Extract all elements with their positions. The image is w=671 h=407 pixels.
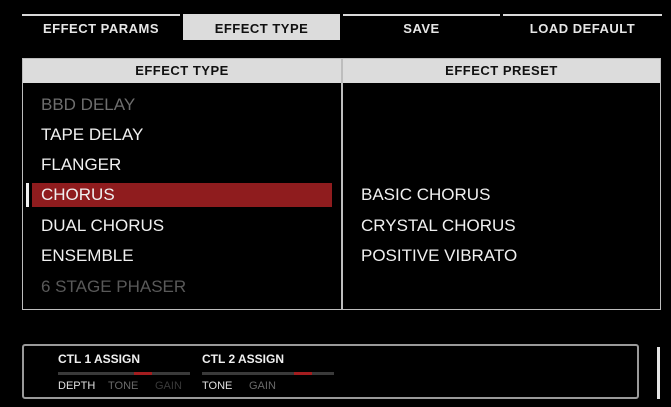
tab-save[interactable]: SAVE — [343, 14, 500, 40]
scroll-indicator[interactable] — [657, 347, 660, 399]
ctl2-assign-title: CTL 2 ASSIGN — [202, 352, 285, 366]
column-divider — [341, 59, 343, 309]
tab-load-default[interactable]: LOAD DEFAULT — [503, 14, 662, 40]
ctl1-option-depth[interactable]: DEPTH — [58, 380, 95, 392]
ctl1-track — [58, 372, 190, 375]
tab-effect-params[interactable]: EFFECT PARAMS — [22, 14, 180, 40]
ctl-assign-panel: CTL 1 ASSIGN DEPTH TONE GAIN CTL 2 ASSIG… — [22, 344, 639, 399]
ctl2-indicator — [294, 372, 312, 375]
selection-marker — [26, 183, 29, 207]
effect-type-item-flanger[interactable]: FLANGER — [41, 153, 121, 177]
preset-item-crystal-chorus[interactable]: CRYSTAL CHORUS — [361, 214, 516, 238]
effect-type-header: EFFECT TYPE — [23, 59, 341, 83]
ctl2-option-tone[interactable]: TONE — [202, 380, 232, 392]
preset-item-basic-chorus[interactable]: BASIC CHORUS — [361, 183, 490, 207]
tab-effect-type[interactable]: EFFECT TYPE — [183, 14, 340, 40]
effect-type-item-6-stage-phaser[interactable]: 6 STAGE PHASER — [41, 275, 186, 299]
top-tab-bar: EFFECT PARAMS EFFECT TYPE SAVE LOAD DEFA… — [22, 14, 662, 40]
effect-preset-header: EFFECT PRESET — [343, 59, 660, 83]
preset-item-positive-vibrato[interactable]: POSITIVE VIBRATO — [361, 244, 517, 268]
effect-panel: EFFECT TYPE EFFECT PRESET BBD DELAY TAPE… — [22, 58, 661, 310]
ctl2-track — [202, 372, 334, 375]
effect-type-item-dual-chorus[interactable]: DUAL CHORUS — [41, 214, 164, 238]
ctl1-indicator — [134, 372, 152, 375]
ctl1-assign-title: CTL 1 ASSIGN — [58, 352, 141, 366]
effect-type-item-tape-delay[interactable]: TAPE DELAY — [41, 123, 143, 147]
ctl2-option-gain[interactable]: GAIN — [249, 380, 276, 392]
ctl1-option-gain[interactable]: GAIN — [155, 380, 182, 392]
effect-type-item-bbd-delay[interactable]: BBD DELAY — [41, 93, 135, 117]
ctl1-option-tone[interactable]: TONE — [108, 380, 138, 392]
effect-type-item-ensemble[interactable]: ENSEMBLE — [41, 244, 134, 268]
effect-type-item-chorus[interactable]: CHORUS — [41, 183, 115, 207]
